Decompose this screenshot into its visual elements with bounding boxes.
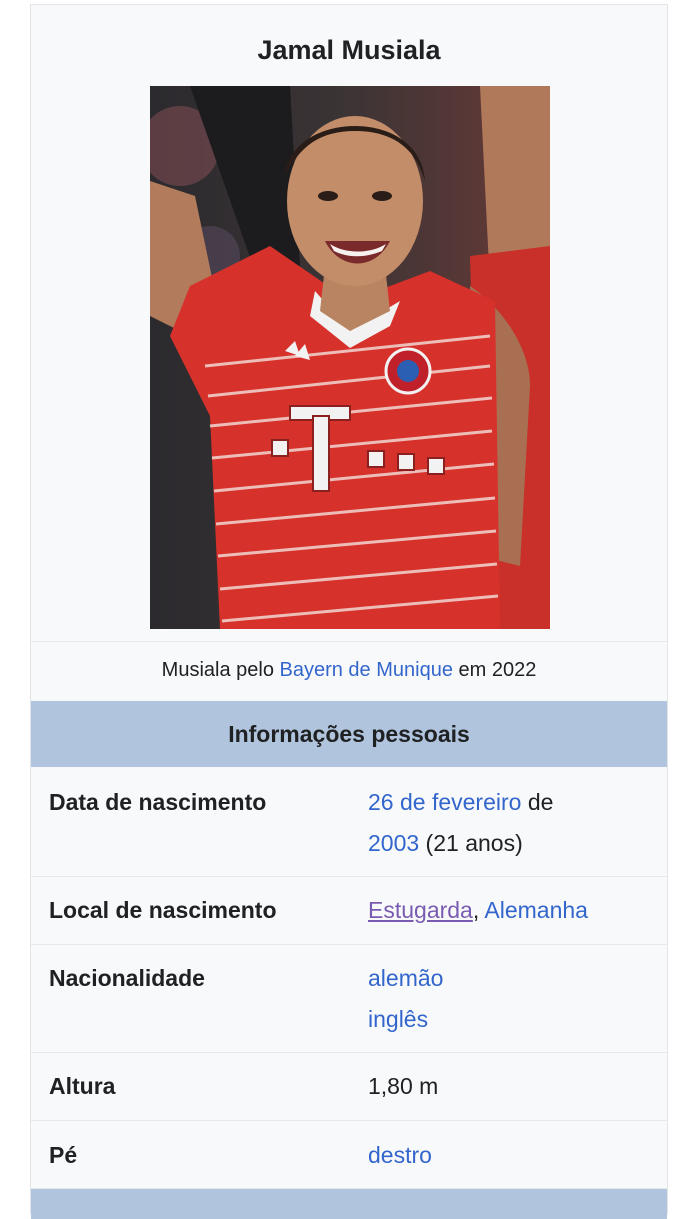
row-label: Altura [49,1073,116,1099]
birth-city-link[interactable]: Estugarda [368,897,473,923]
nationality-english-link[interactable]: inglês [368,1006,428,1032]
row-label: Local de nascimento [49,897,277,923]
photo-caption: Musiala pelo Bayern de Munique em 2022 [31,655,667,685]
row-value: 26 de fevereiro de 2003 (21 anos) [368,782,648,864]
height-value: 1,80 m [368,1073,439,1099]
caption-link-bayern[interactable]: Bayern de Munique [280,659,453,681]
infobox-row-birth-place: Local de nascimento Estugarda, Alemanha [31,877,667,945]
player-photo[interactable] [150,86,550,629]
row-label: Nacionalidade [49,965,205,991]
row-label: Pé [49,1142,78,1168]
row-value: Estugarda, Alemanha [368,890,648,931]
row-label: Data de nascimento [49,789,267,815]
caption-prefix: Musiala pelo [161,659,280,681]
infobox-row-foot: Pé destro [31,1121,667,1189]
birth-date-link[interactable]: 26 de fevereiro [368,789,521,815]
infobox-row-birth-date: Data de nascimento 26 de fevereiro de 20… [31,767,667,877]
player-photo-illustration [150,86,550,629]
infobox-row-height: Altura 1,80 m [31,1053,667,1121]
age-text: (21 anos) [419,830,523,856]
birth-date-text: de [521,789,554,815]
caption-suffix: em 2022 [452,659,537,681]
infobox-row-nationality: Nacionalidade alemão inglês [31,945,667,1053]
birth-place-sep: , [472,897,485,923]
nationality-german-link[interactable]: alemão [368,965,443,991]
row-value: alemão inglês [368,958,648,1040]
next-section-header [31,1189,667,1219]
birth-country-link[interactable]: Alemanha [484,897,588,923]
infobox: Jamal Musiala Musiala pelo Bayern de Mun… [30,4,668,1219]
foot-link[interactable]: destro [368,1142,432,1168]
section-header-personal-info: Informações pessoais [31,701,667,767]
caption-divider [31,641,667,642]
birth-year-link[interactable]: 2003 [368,830,419,856]
infobox-title: Jamal Musiala [257,35,441,65]
row-value: destro [368,1135,648,1176]
